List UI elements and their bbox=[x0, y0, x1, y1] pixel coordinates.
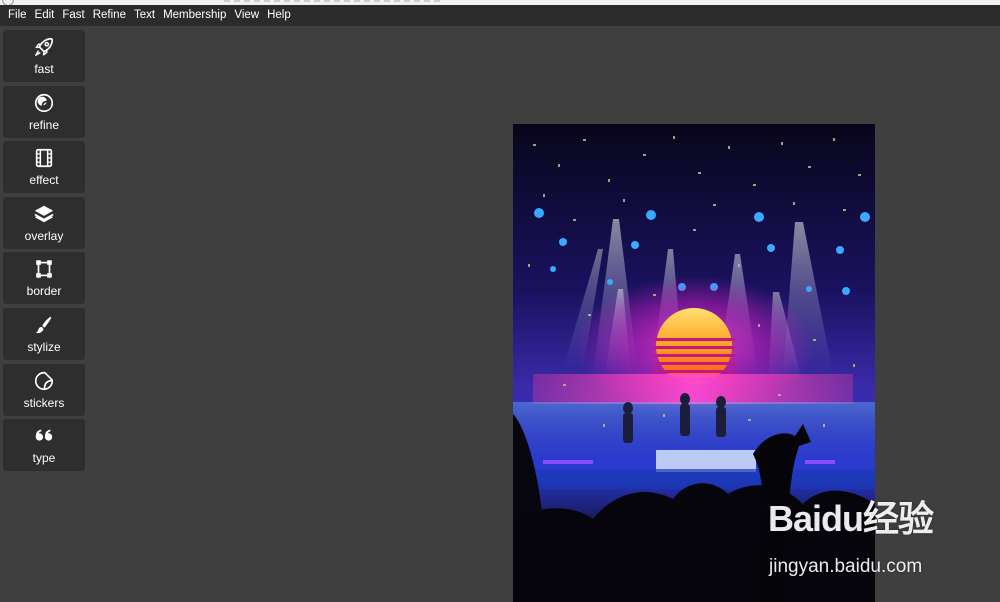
watermark-brand: Baidu经验 bbox=[768, 498, 934, 539]
tool-refine-button[interactable]: refine bbox=[3, 85, 85, 138]
tool-type-button[interactable]: type bbox=[3, 419, 85, 472]
menu-refine[interactable]: Refine bbox=[89, 5, 130, 26]
tool-type-label: type bbox=[32, 451, 56, 466]
menu-view[interactable]: View bbox=[230, 5, 263, 26]
tool-stylize-label: stylize bbox=[27, 339, 61, 354]
tool-overlay-label: overlay bbox=[24, 228, 64, 243]
tool-stylize-button[interactable]: stylize bbox=[3, 307, 85, 360]
menu-bar: File Edit Fast Refine Text Membership Vi… bbox=[0, 5, 1000, 26]
watermark-url: jingyan.baidu.com bbox=[769, 556, 923, 577]
border-frame-icon bbox=[36, 260, 52, 279]
film-icon bbox=[35, 149, 53, 168]
title-text-fragment bbox=[224, 0, 444, 2]
tool-fast-button[interactable]: fast bbox=[3, 30, 85, 82]
tool-stickers-button[interactable]: stickers bbox=[3, 363, 85, 416]
rocket-icon bbox=[35, 37, 54, 56]
tool-sidebar: fast refine effect overlay border styliz… bbox=[3, 30, 85, 475]
brush-icon bbox=[35, 316, 52, 334]
layers-icon bbox=[34, 205, 54, 223]
sticker-icon bbox=[34, 371, 54, 390]
menu-help[interactable]: Help bbox=[263, 5, 295, 26]
tool-refine-label: refine bbox=[28, 117, 60, 132]
tool-border-button[interactable]: border bbox=[3, 252, 85, 305]
menu-text[interactable]: Text bbox=[130, 5, 159, 26]
menu-membership[interactable]: Membership bbox=[159, 5, 230, 26]
menu-fast[interactable]: Fast bbox=[58, 5, 88, 26]
refine-circles-icon bbox=[34, 93, 54, 112]
baidu-watermark: Baidu经验 jingyan.baidu.com bbox=[768, 490, 958, 590]
menu-edit[interactable]: Edit bbox=[31, 5, 59, 26]
quote-icon bbox=[35, 429, 53, 441]
menu-file[interactable]: File bbox=[4, 5, 31, 26]
tool-border-label: border bbox=[26, 284, 62, 299]
tool-overlay-button[interactable]: overlay bbox=[3, 196, 85, 249]
tool-stickers-label: stickers bbox=[23, 395, 65, 410]
tool-effect-label: effect bbox=[29, 173, 59, 188]
photo-editor-window: File Edit Fast Refine Text Membership Vi… bbox=[0, 0, 1000, 602]
tool-fast-label: fast bbox=[34, 62, 54, 76]
tool-effect-button[interactable]: effect bbox=[3, 141, 85, 194]
